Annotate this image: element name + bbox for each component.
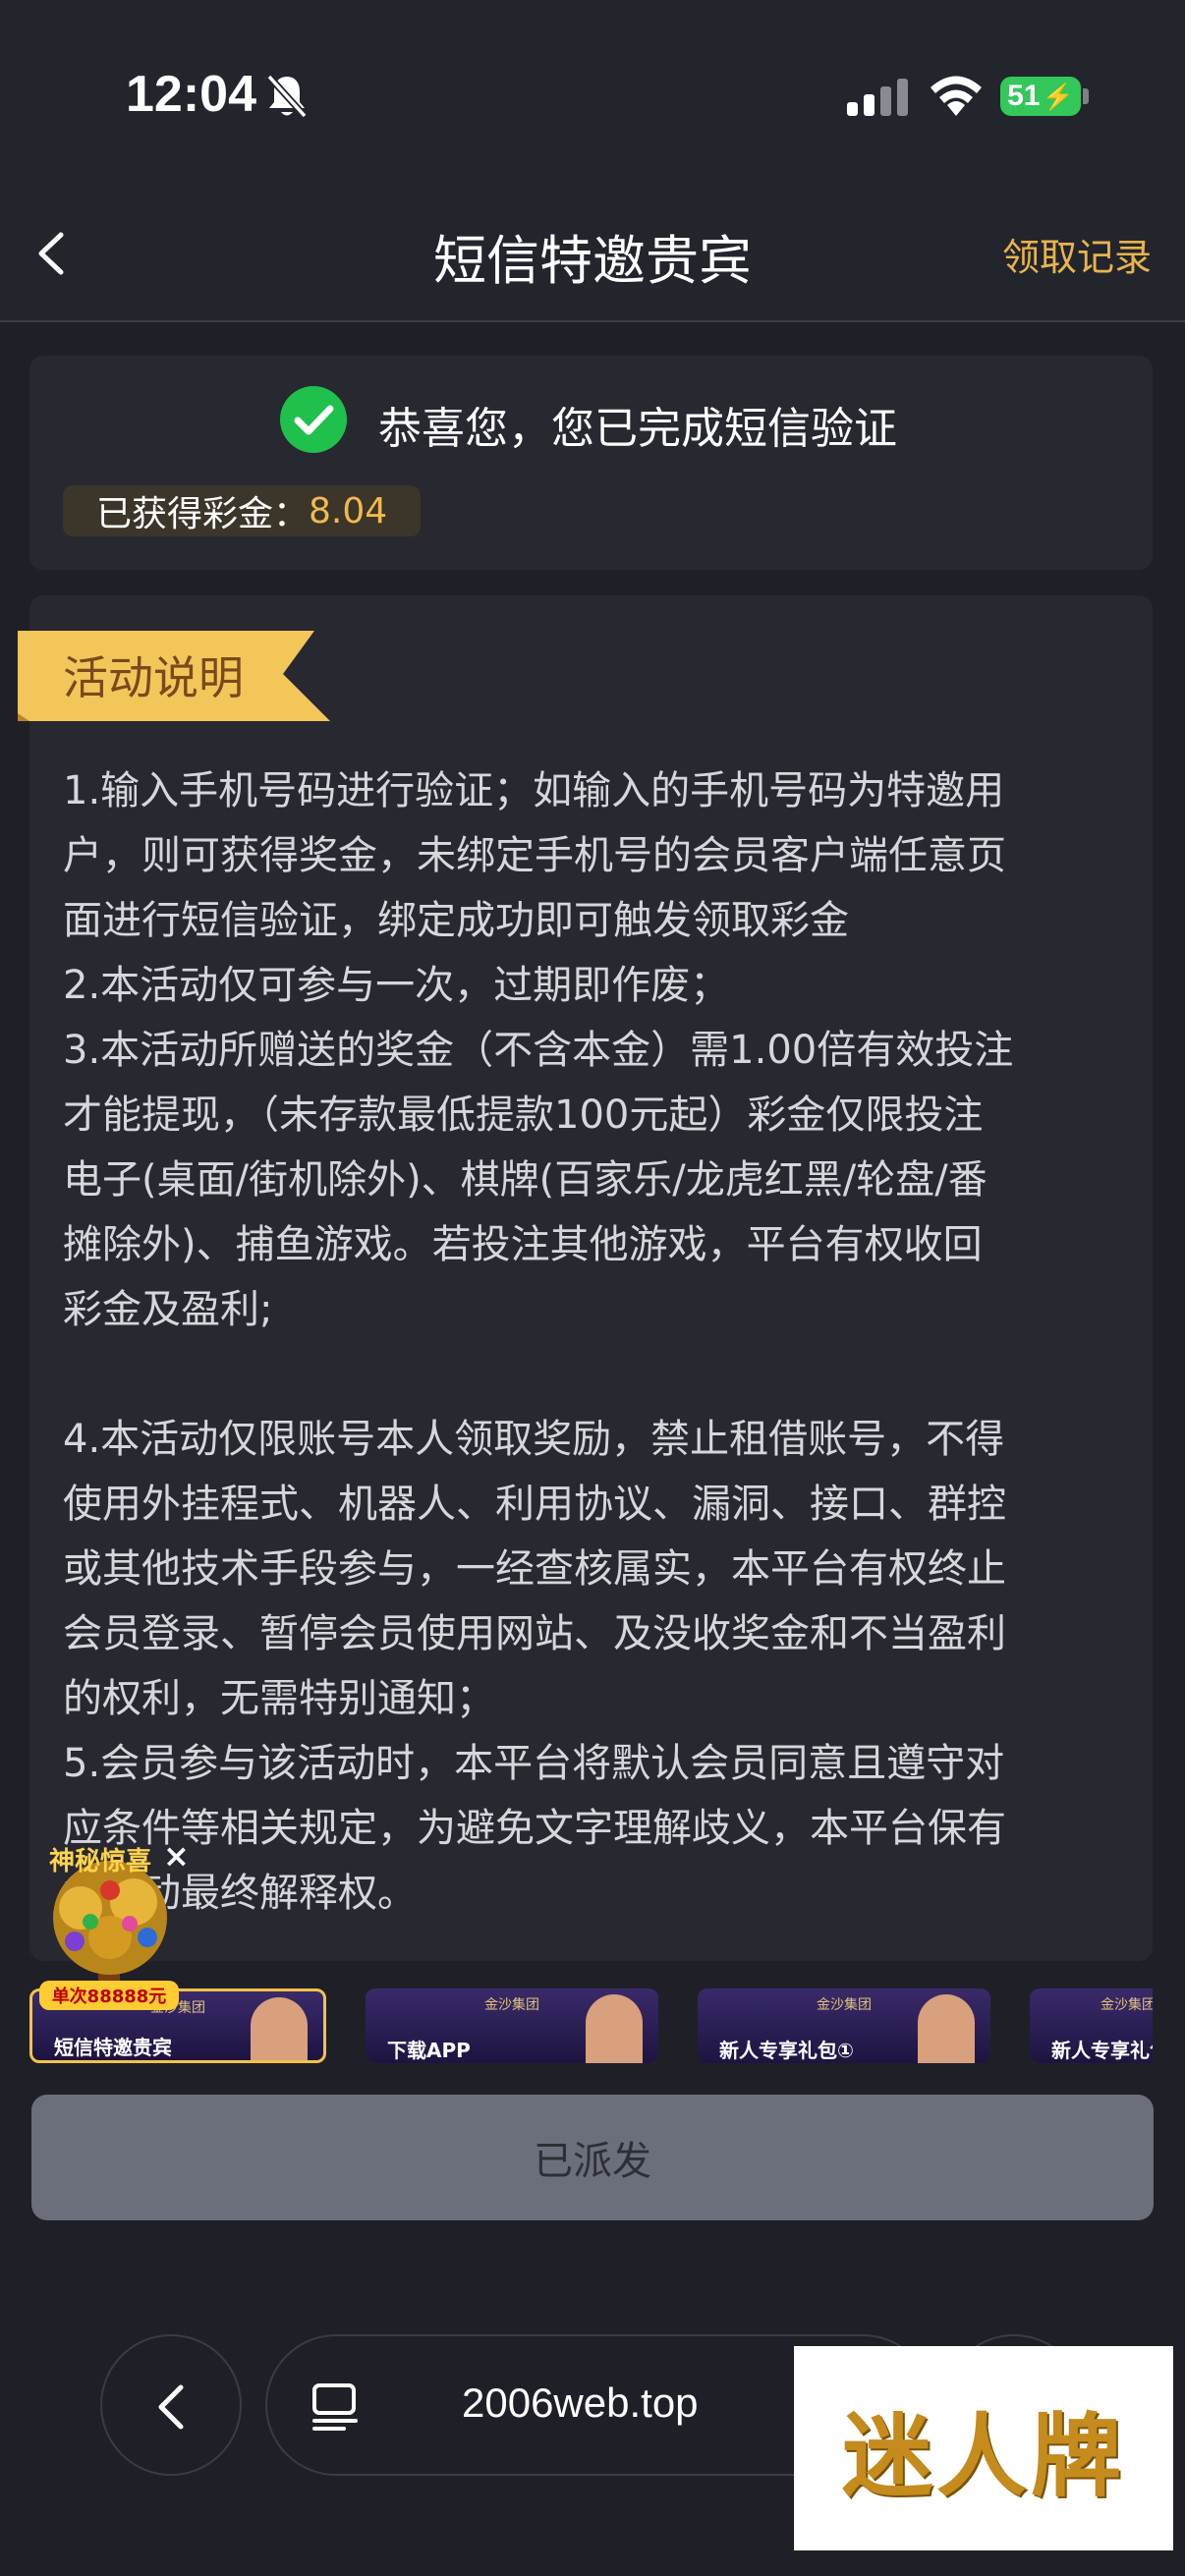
charging-bolt-icon: ⚡ bbox=[1042, 81, 1074, 111]
battery-indicator: 51 ⚡ bbox=[1000, 77, 1081, 116]
promo-model-image bbox=[586, 1994, 643, 2063]
verification-message: 恭喜您，您已完成短信验证 bbox=[378, 404, 897, 454]
promo-model-image bbox=[918, 1994, 975, 2063]
url-text[interactable]: 2006web.top bbox=[462, 2380, 699, 2427]
prize-badge: 单次88888元 bbox=[39, 1981, 179, 2010]
nav-header: 短信特邀贵宾 领取记录 bbox=[0, 182, 1185, 322]
battery-level: 51 bbox=[1007, 80, 1041, 112]
status-bar: 12:04 51 ⚡ bbox=[0, 0, 1185, 182]
reader-tabs-icon[interactable] bbox=[310, 2381, 360, 2433]
promo-banner-strip[interactable]: 金沙集团 短信特邀贵宾 金沙集团 下载APP 金沙集团 新人专享礼包① 金沙集团… bbox=[29, 1988, 1153, 2063]
section-title: 活动说明 bbox=[63, 651, 244, 704]
promo-label: 下载APP bbox=[387, 2039, 471, 2062]
check-circle-icon bbox=[280, 386, 347, 453]
promo-label: 短信特邀贵宾 bbox=[54, 2036, 172, 2059]
promo-model-image bbox=[251, 1997, 308, 2060]
battery-cap bbox=[1083, 88, 1089, 104]
watermark-text: 迷人牌 bbox=[841, 2402, 1125, 2509]
cellular-signal-icon bbox=[847, 79, 908, 116]
promo-card[interactable]: 金沙集团 新人专享礼包 bbox=[1030, 1988, 1153, 2063]
chevron-left-icon bbox=[158, 2384, 184, 2430]
promo-brand: 金沙集团 bbox=[1100, 1997, 1153, 2013]
status-time: 12:04 bbox=[126, 66, 256, 123]
activity-rules-text: 1.输入手机号码进行验证；如输入的手机号码为特邀用 户，则可获得奖金，未绑定手机… bbox=[63, 768, 1014, 1916]
dispatched-button[interactable]: 已派发 bbox=[31, 2095, 1154, 2220]
promo-label: 新人专享礼包 bbox=[1051, 2039, 1153, 2062]
wifi-icon bbox=[931, 76, 982, 116]
claim-records-link[interactable]: 领取记录 bbox=[1002, 227, 1152, 281]
promo-brand: 金沙集团 bbox=[817, 1997, 872, 2013]
watermark-logo: 迷人牌 bbox=[794, 2346, 1173, 2550]
promo-brand: 金沙集团 bbox=[484, 1997, 539, 2013]
close-icon[interactable]: × bbox=[163, 1837, 190, 1875]
bonus-pill: 已获得彩金： 8.04 bbox=[63, 485, 422, 536]
bonus-label: 已获得彩金： bbox=[96, 494, 310, 534]
mystery-surprise-title: 神秘惊喜 bbox=[49, 1847, 152, 1876]
browser-back-button[interactable] bbox=[100, 2334, 242, 2476]
verification-card: 恭喜您，您已完成短信验证 已获得彩金： 8.04 bbox=[29, 356, 1153, 570]
bonus-value: 8.04 bbox=[309, 490, 388, 532]
promo-label: 新人专享礼包① bbox=[719, 2039, 854, 2062]
bell-muted-icon bbox=[266, 74, 308, 119]
promo-card[interactable]: 金沙集团 新人专享礼包① bbox=[698, 1988, 990, 2063]
promo-card[interactable]: 金沙集团 下载APP bbox=[366, 1988, 658, 2063]
